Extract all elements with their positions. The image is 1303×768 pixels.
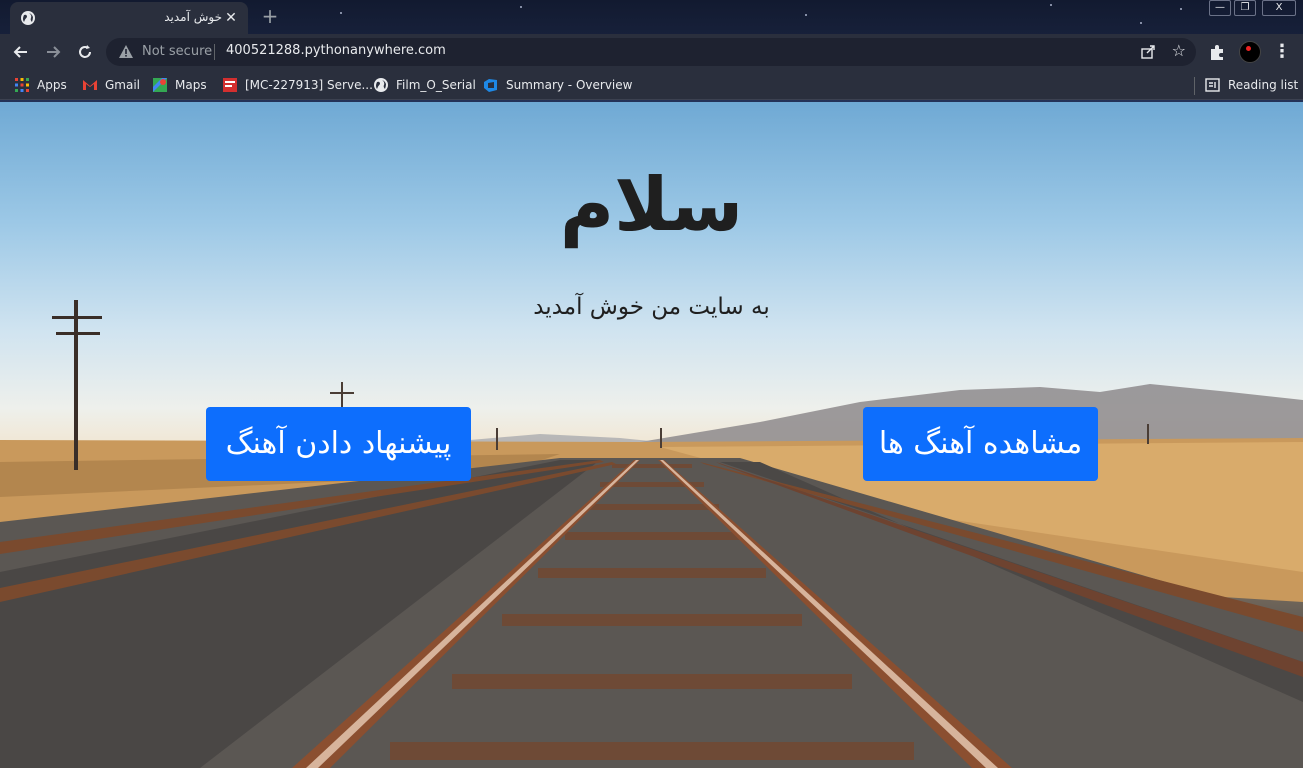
reading-list-button[interactable]: Reading list xyxy=(1205,76,1298,94)
back-button[interactable] xyxy=(8,40,34,64)
bookmark-label: Apps xyxy=(37,78,67,92)
background-star xyxy=(340,12,342,14)
reload-icon xyxy=(79,45,91,58)
page-title: سلام xyxy=(559,162,744,248)
browser-toolbar: Not secure 400521288.pythonanywhere.com … xyxy=(0,34,1303,70)
bookmark-film-o-serial[interactable]: Film_O_Serial xyxy=(373,76,476,94)
maps-icon xyxy=(153,78,167,92)
bookmark-label: Maps xyxy=(175,78,207,92)
bookmark-jira[interactable]: [MC-227913] Serve... xyxy=(222,76,373,94)
bookmark-maps[interactable]: Maps xyxy=(152,76,207,94)
bookmark-summary-overview[interactable]: Summary - Overview xyxy=(483,76,632,94)
background-star xyxy=(1140,22,1142,24)
forward-button[interactable] xyxy=(40,40,66,64)
bookmark-gmail[interactable]: Gmail xyxy=(82,76,140,94)
view-songs-button[interactable]: مشاهده آهنگ ها xyxy=(863,407,1098,481)
reading-list-icon xyxy=(1205,78,1220,92)
tab-close-icon[interactable]: ✕ xyxy=(222,9,240,27)
background-star xyxy=(1050,4,1052,6)
arrow-left-icon xyxy=(13,46,27,58)
warning-icon[interactable] xyxy=(118,44,134,60)
azure-devops-icon xyxy=(484,79,497,92)
restore-button[interactable]: ❐ xyxy=(1234,0,1256,16)
background-star xyxy=(520,6,522,8)
page-subtitle: به سایت من خوش آمدید xyxy=(533,294,770,320)
suggest-song-button[interactable]: پیشنهاد دادن آهنگ xyxy=(206,407,471,481)
browser-chrome: خوش آمدید ✕ + — ❐ X Not secure 400521288… xyxy=(0,0,1303,102)
minimize-button[interactable]: — xyxy=(1209,0,1231,16)
globe-icon xyxy=(374,78,388,92)
avatar-dot xyxy=(1246,46,1251,51)
bookmark-label: Film_O_Serial xyxy=(396,78,476,92)
reading-list-label: Reading list xyxy=(1228,78,1299,92)
profile-avatar[interactable] xyxy=(1239,41,1261,63)
url-text[interactable]: 400521288.pythonanywhere.com xyxy=(226,43,446,58)
new-tab-button[interactable]: + xyxy=(258,5,282,29)
address-separator xyxy=(214,44,215,60)
bookmark-label: [MC-227913] Serve... xyxy=(245,78,373,92)
browser-menu-icon[interactable]: ⋮ xyxy=(1272,40,1292,64)
background-star xyxy=(805,14,807,16)
arrow-right-icon xyxy=(47,46,61,58)
close-window-button[interactable]: X xyxy=(1262,0,1296,16)
bookmarks-separator xyxy=(1194,77,1195,95)
reload-button[interactable] xyxy=(72,40,98,64)
apps-grid-icon xyxy=(15,78,29,92)
bookmarks-bar: Apps Gmail Maps [MC-227913] Serve... Fil… xyxy=(0,70,1303,100)
jira-icon xyxy=(223,78,237,92)
tab-title: خوش آمدید xyxy=(164,10,222,24)
globe-icon xyxy=(21,11,35,25)
extensions-puzzle-icon[interactable] xyxy=(1208,42,1228,62)
gmail-icon xyxy=(83,80,97,90)
bookmark-apps[interactable]: Apps xyxy=(14,76,67,94)
background-star xyxy=(1180,8,1182,10)
bookmark-label: Gmail xyxy=(105,78,141,92)
bookmark-label: Summary - Overview xyxy=(506,78,633,92)
share-icon[interactable] xyxy=(1140,44,1156,60)
browser-tab[interactable]: خوش آمدید ✕ xyxy=(10,2,248,34)
security-label[interactable]: Not secure xyxy=(142,44,212,59)
page-viewport: سلام به سایت من خوش آمدید پیشنهاد دادن آ… xyxy=(0,102,1303,768)
address-bar[interactable]: Not secure 400521288.pythonanywhere.com … xyxy=(106,38,1196,66)
bookmark-star-icon[interactable]: ☆ xyxy=(1172,41,1186,60)
